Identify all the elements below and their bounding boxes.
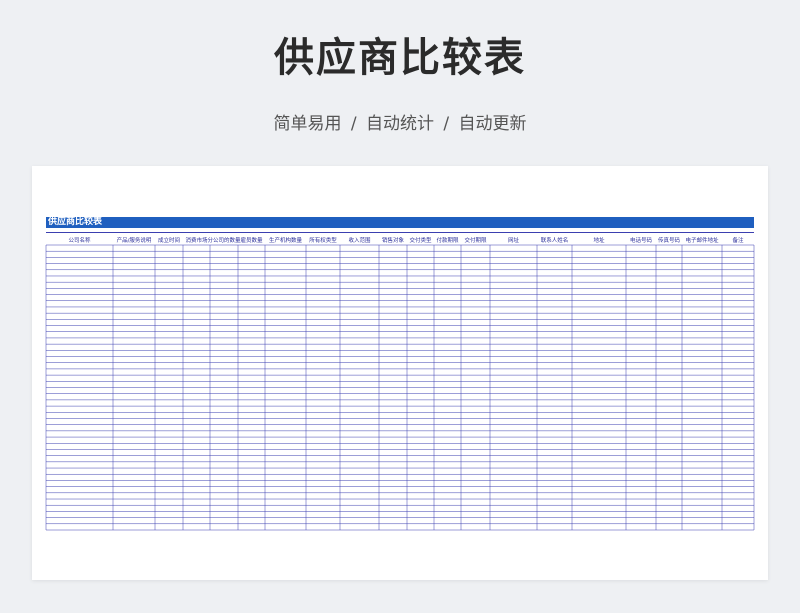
column-header: 付款期限: [436, 236, 459, 244]
column-header: 交付类型: [409, 236, 432, 244]
column-header: 传真号码: [658, 236, 681, 244]
page-subtitle: 简单易用 / 自动统计 / 自动更新: [273, 114, 527, 134]
column-header: 公司名称: [68, 236, 91, 244]
column-header: 消费市场: [185, 236, 208, 244]
column-header: 分公司的数量: [207, 236, 241, 244]
column-header: 地址: [593, 236, 605, 244]
column-header: 所有权类型: [309, 236, 337, 244]
supplier-table: 公司名称 产品/服务说明 成立时间 消费市场 分公司的数量 雇员数量 生产机构数量 所有权类型…: [45, 232, 755, 531]
column-header: 电子邮件地址: [685, 236, 719, 244]
spreadsheet-preview: 供应商比较表 公司名称 产品/服务说明 成立时间 消费市场 分公司的数量 雇员数量 生产机构…: [32, 166, 768, 580]
column-header: 收入范围: [348, 236, 371, 244]
column-header: 备注: [732, 236, 744, 244]
page-title: 供应商比较表: [274, 35, 526, 81]
column-header: 电话号码: [630, 236, 653, 244]
column-header: 成立时间: [158, 236, 180, 244]
column-header: 销售对象: [382, 236, 405, 244]
column-header: 交付期限: [464, 236, 487, 244]
column-header: 网址: [508, 236, 520, 244]
column-header: 雇员数量: [240, 236, 263, 244]
column-header: 产品/服务说明: [117, 236, 152, 244]
column-header: 生产机构数量: [269, 236, 303, 244]
column-header: 联系人姓名: [541, 236, 569, 244]
